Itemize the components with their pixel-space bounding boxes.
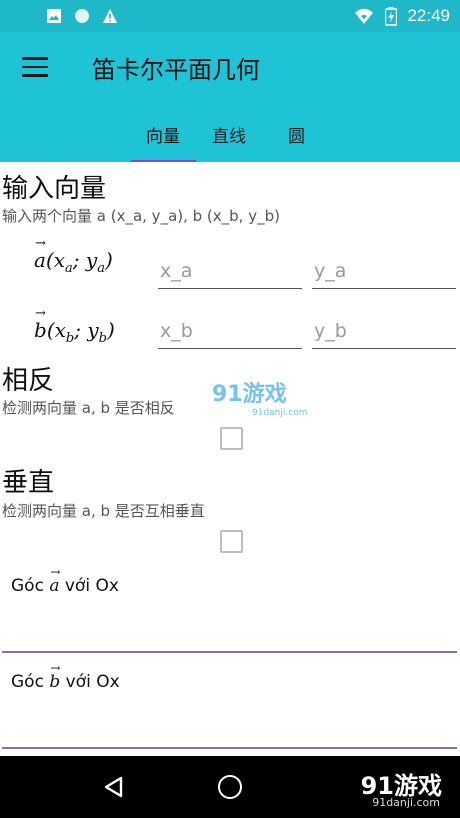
wifi-icon xyxy=(355,8,374,24)
angle-a-label: Góc a → với Ox xyxy=(11,565,119,596)
x-b-input[interactable] xyxy=(158,314,302,349)
tab-indicator xyxy=(131,160,196,162)
angle-a-prefix: Góc xyxy=(11,576,44,596)
watermark-logo: 91游戏 91danji.com xyxy=(212,382,308,418)
angle-b-prefix: Góc xyxy=(11,672,44,692)
app-title: 笛卡尔平面几何 xyxy=(92,56,260,84)
angle-a-result-field[interactable] xyxy=(2,651,457,653)
home-icon[interactable] xyxy=(218,775,242,799)
vector-b-formula: b → (xb; yb) xyxy=(34,306,115,346)
perpendicular-section-description: 检测两向量 a, b 是否互相垂直 xyxy=(2,502,205,520)
opposite-section-description: 检测两向量 a, b 是否相反 xyxy=(2,399,175,417)
app-bar: 笛卡尔平面几何 向量 直线 圆 xyxy=(0,32,460,162)
angle-b-result-field[interactable] xyxy=(2,747,457,749)
angle-b-vector: b → xyxy=(49,661,61,692)
tab-vector[interactable]: 向量 xyxy=(146,122,180,147)
tab-line[interactable]: 直线 xyxy=(212,122,246,147)
angle-b-label: Góc b → với Ox xyxy=(11,661,120,692)
vector-a-formula: a → (xa; ya) xyxy=(34,236,113,276)
tab-bar: 向量 直线 圆 xyxy=(0,118,460,162)
perpendicular-section-title: 垂直 xyxy=(2,468,55,498)
status-time: 22:49 xyxy=(407,6,450,25)
back-icon[interactable] xyxy=(103,776,125,798)
image-notification-icon xyxy=(47,9,61,23)
angle-b-suffix: với Ox xyxy=(65,672,120,692)
warning-icon xyxy=(103,9,117,23)
perpendicular-checkbox[interactable] xyxy=(220,530,243,553)
input-section-description: 输入两个向量 a (x_a, y_a), b (x_b, y_b) xyxy=(2,207,280,225)
y-a-input[interactable] xyxy=(312,254,456,289)
status-bar: 22:49 xyxy=(0,0,460,32)
opposite-section-title: 相反 xyxy=(2,366,55,396)
menu-icon[interactable] xyxy=(22,57,48,77)
angle-a-vector: a → xyxy=(49,565,61,596)
navigation-bar: 91游戏 91danji.com xyxy=(0,756,460,818)
opposite-checkbox[interactable] xyxy=(220,427,243,450)
x-a-input[interactable] xyxy=(158,254,302,289)
angle-a-suffix: với Ox xyxy=(64,576,119,596)
input-section-title: 输入向量 xyxy=(2,174,107,204)
battery-charging-icon xyxy=(385,7,398,26)
circle-notification-icon xyxy=(75,9,89,23)
tab-circle[interactable]: 圆 xyxy=(288,122,305,147)
y-b-input[interactable] xyxy=(312,314,456,349)
brand-url: 91danji.com xyxy=(372,796,440,809)
